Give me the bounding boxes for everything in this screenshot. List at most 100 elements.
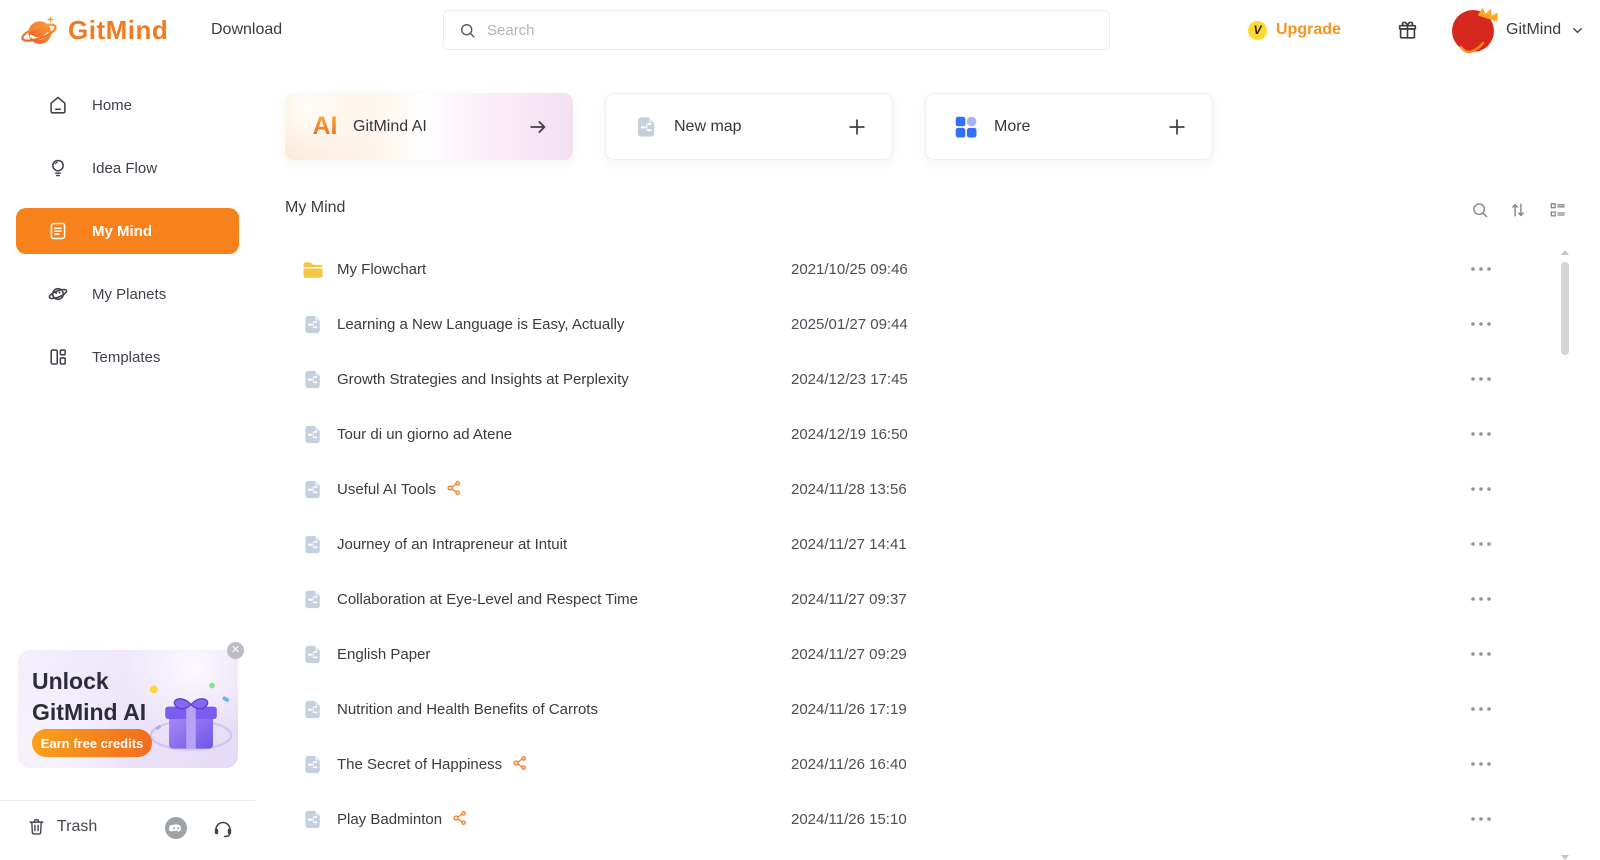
file-name: Tour di un giorno ad Atene <box>337 426 513 443</box>
nav-download-link[interactable]: Download <box>211 0 282 60</box>
file-name: The Secret of Happiness <box>337 737 529 792</box>
list-item[interactable]: Play Badminton 2024/11/26 15:10 <box>285 792 1545 847</box>
file-list: My Flowchart 2021/10/25 09:46 Learning a… <box>285 242 1545 847</box>
row-more-button[interactable] <box>1463 311 1499 337</box>
row-more-button[interactable] <box>1463 806 1499 832</box>
ellipsis-icon <box>1471 322 1491 326</box>
promo-banner[interactable]: ✕ Unlock GitMind AI Earn free credits <box>18 642 244 768</box>
headset-support-icon[interactable] <box>211 816 235 840</box>
vip-badge-icon[interactable]: V <box>1248 21 1267 40</box>
mindmap-file-icon <box>300 752 325 777</box>
sidebar-item-label: Idea Flow <box>92 159 158 177</box>
list-item[interactable]: My Flowchart 2021/10/25 09:46 <box>285 242 1545 297</box>
chevron-down-icon[interactable] <box>1570 23 1585 38</box>
sort-icon[interactable] <box>1508 200 1528 220</box>
gitmind-logo[interactable]: GitMind <box>18 9 168 51</box>
sidebar-item-my-mind[interactable]: My Mind <box>16 208 239 254</box>
ellipsis-icon <box>1471 487 1491 491</box>
sidebar-item-label: My Planets <box>92 285 167 303</box>
row-more-button[interactable] <box>1463 256 1499 282</box>
list-item[interactable]: Journey of an Intrapreneur at Intuit 202… <box>285 517 1545 572</box>
top-header: GitMind Download V Upgrade <box>0 0 1600 60</box>
scroll-up-arrow[interactable] <box>1561 250 1569 255</box>
close-icon[interactable]: ✕ <box>227 642 244 659</box>
planet-icon <box>47 283 69 305</box>
card-label: GitMind AI <box>353 117 427 135</box>
ai-logo-icon: AI <box>312 112 338 140</box>
list-item[interactable]: Useful AI Tools 2024/11/28 13:56 <box>285 462 1545 517</box>
mindmap-file-icon <box>300 422 325 447</box>
sidebar: Home Idea Flow My Mind My Planets Templa… <box>0 60 255 860</box>
plus-icon[interactable] <box>1166 116 1188 138</box>
file-date: 2024/11/26 15:10 <box>791 811 907 828</box>
card-label: More <box>994 117 1031 135</box>
file-date: 2021/10/25 09:46 <box>791 261 908 278</box>
ellipsis-icon <box>1471 762 1491 766</box>
sidebar-item-label: Templates <box>92 348 161 366</box>
list-item[interactable]: Tour di un giorno ad Atene 2024/12/19 16… <box>285 407 1545 462</box>
file-name: Growth Strategies and Insights at Perple… <box>337 371 629 388</box>
templates-grid-icon <box>47 346 69 368</box>
file-name: Collaboration at Eye-Level and Respect T… <box>337 591 638 608</box>
gift-icon[interactable] <box>1396 19 1419 42</box>
row-more-button[interactable] <box>1463 366 1499 392</box>
document-lines-icon <box>47 220 69 242</box>
scrollbar-thumb[interactable] <box>1561 262 1569 355</box>
mindmap-file-icon <box>300 697 325 722</box>
row-more-button[interactable] <box>1463 586 1499 612</box>
new-map-card[interactable]: New map <box>605 93 893 160</box>
list-item[interactable]: Collaboration at Eye-Level and Respect T… <box>285 572 1545 627</box>
mindmap-file-icon <box>300 532 325 557</box>
sidebar-item-templates[interactable]: Templates <box>16 334 239 380</box>
account-name[interactable]: GitMind <box>1506 0 1561 60</box>
sidebar-item-idea-flow[interactable]: Idea Flow <box>16 145 239 191</box>
row-more-button[interactable] <box>1463 531 1499 557</box>
ellipsis-icon <box>1471 432 1491 436</box>
row-more-button[interactable] <box>1463 751 1499 777</box>
gitmind-ai-card[interactable]: AI GitMind AI <box>285 93 573 160</box>
list-item[interactable]: English Paper 2024/11/27 09:29 <box>285 627 1545 682</box>
sidebar-item-label: My Mind <box>92 222 152 240</box>
file-date: 2024/11/26 17:19 <box>791 701 907 718</box>
sidebar-item-my-planets[interactable]: My Planets <box>16 271 239 317</box>
arrow-right-icon[interactable] <box>527 116 549 138</box>
gitmind-logo-icon <box>21 16 57 44</box>
mindmap-file-icon <box>300 312 325 337</box>
lightbulb-icon <box>47 157 69 179</box>
search-input[interactable] <box>487 21 1095 39</box>
mindmap-document-icon <box>632 113 660 141</box>
sidebar-nav: Home Idea Flow My Mind My Planets Templa… <box>0 82 255 397</box>
shared-icon <box>451 795 469 825</box>
list-item[interactable]: Growth Strategies and Insights at Perple… <box>285 352 1545 407</box>
ellipsis-icon <box>1471 652 1491 656</box>
apps-grid-icon <box>952 113 980 141</box>
global-search <box>443 10 1110 50</box>
ellipsis-icon <box>1471 597 1491 601</box>
more-card[interactable]: More <box>925 93 1213 160</box>
scroll-down-arrow[interactable] <box>1561 855 1569 860</box>
row-more-button[interactable] <box>1463 421 1499 447</box>
row-more-button[interactable] <box>1463 696 1499 722</box>
avatar[interactable] <box>1452 7 1498 53</box>
discord-icon[interactable] <box>164 816 188 840</box>
file-name: English Paper <box>337 646 431 663</box>
sidebar-item-home[interactable]: Home <box>16 82 239 128</box>
list-search-icon[interactable] <box>1470 200 1490 220</box>
earn-credits-button[interactable]: Earn free credits <box>32 729 152 757</box>
row-more-button[interactable] <box>1463 476 1499 502</box>
list-item[interactable]: Learning a New Language is Easy, Actuall… <box>285 297 1545 352</box>
trash-button[interactable]: Trash <box>26 816 97 837</box>
plus-icon[interactable] <box>846 116 868 138</box>
row-more-button[interactable] <box>1463 641 1499 667</box>
ellipsis-icon <box>1471 707 1491 711</box>
upgrade-button[interactable]: Upgrade <box>1276 0 1341 60</box>
list-view-icon[interactable] <box>1548 200 1568 220</box>
list-item[interactable]: The Secret of Happiness 2024/11/26 16:40 <box>285 737 1545 792</box>
file-name: Useful AI Tools <box>337 462 463 517</box>
file-name: Learning a New Language is Easy, Actuall… <box>337 316 625 333</box>
file-date: 2025/01/27 09:44 <box>791 316 908 333</box>
mindmap-file-icon <box>300 477 325 502</box>
list-item[interactable]: Nutrition and Health Benefits of Carrots… <box>285 682 1545 737</box>
mindmap-file-icon <box>300 367 325 392</box>
trash-icon <box>29 819 44 835</box>
